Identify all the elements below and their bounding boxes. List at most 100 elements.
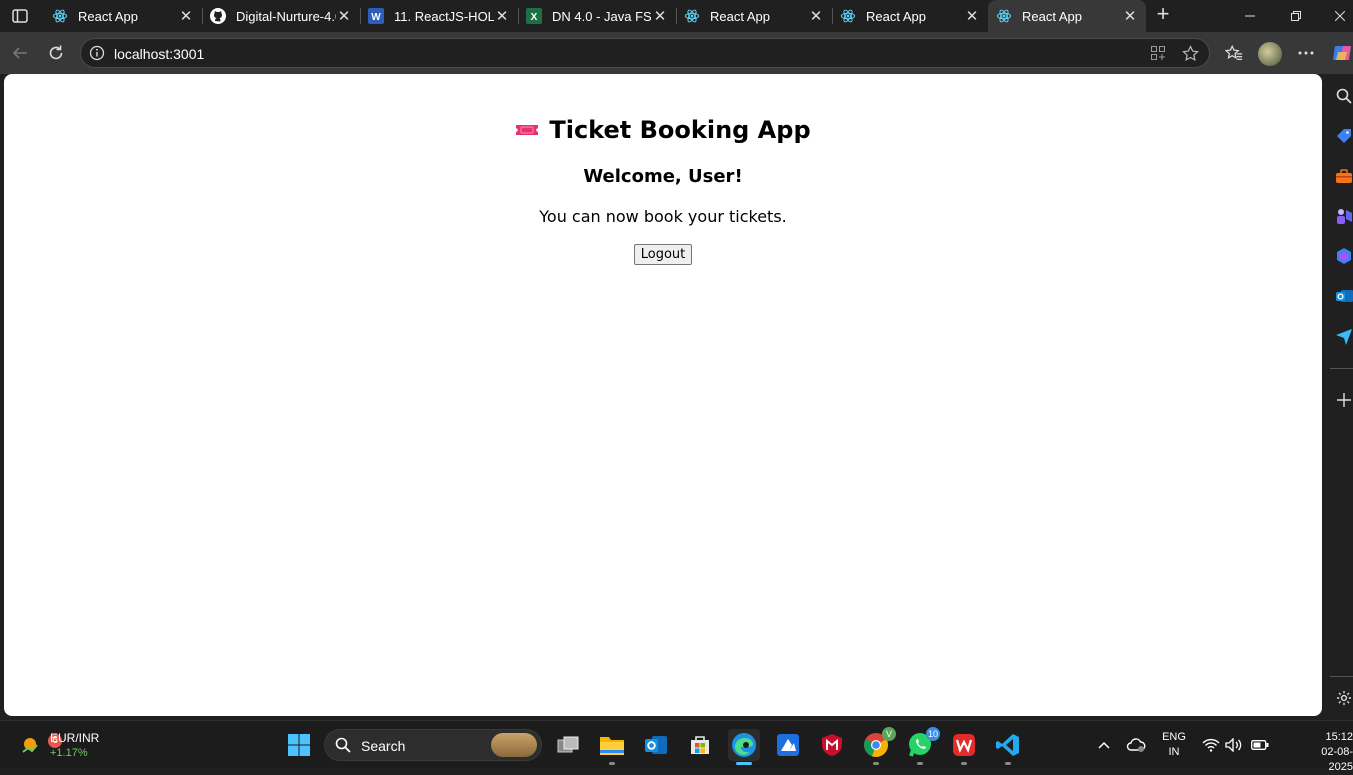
close-tab-icon[interactable]: ✕ bbox=[178, 8, 194, 25]
tab[interactable]: Digital-Nurture-4.0 ✕ bbox=[202, 0, 360, 32]
new-tab-button[interactable]: + bbox=[1152, 3, 1174, 26]
settings-more-button[interactable] bbox=[1294, 41, 1318, 65]
close-icon bbox=[1335, 11, 1345, 21]
tab[interactable]: React App ✕ bbox=[44, 0, 202, 32]
react-icon bbox=[840, 8, 856, 24]
favorite-star-icon[interactable] bbox=[1181, 44, 1199, 62]
file-explorer-icon bbox=[600, 737, 624, 755]
minimize-icon bbox=[1245, 15, 1255, 17]
web-page-content: Ticket Booking App Welcome, User! You ca… bbox=[4, 74, 1322, 716]
sidebar-settings-button[interactable] bbox=[1334, 688, 1353, 708]
taskbar-vscode[interactable] bbox=[992, 729, 1024, 765]
currency-widget[interactable]: 6 EUR/INR +1.17% bbox=[16, 728, 126, 762]
close-tab-icon[interactable]: ✕ bbox=[808, 8, 824, 25]
sidebar-shopping-button[interactable] bbox=[1334, 126, 1353, 146]
wifi-tray-button[interactable] bbox=[1201, 735, 1221, 755]
gear-icon bbox=[1337, 691, 1351, 705]
profile-badge: V bbox=[882, 727, 896, 741]
page-title-text: Ticket Booking App bbox=[549, 116, 811, 144]
tab-title: Digital-Nurture-4.0 bbox=[236, 8, 336, 24]
tab-active[interactable]: React App ✕ bbox=[988, 0, 1146, 32]
app-available-icon[interactable] bbox=[1149, 44, 1167, 62]
tab[interactable]: X DN 4.0 - Java FSE ✕ bbox=[518, 0, 676, 32]
battery-icon bbox=[1251, 740, 1269, 750]
taskbar-chrome[interactable]: V bbox=[860, 727, 896, 765]
search-highlight-image bbox=[491, 733, 537, 757]
currency-trend-icon bbox=[22, 738, 38, 753]
battery-tray-button[interactable] bbox=[1250, 735, 1270, 755]
tab-actions-button[interactable] bbox=[8, 6, 32, 26]
refresh-icon bbox=[49, 45, 63, 60]
shopping-tag-icon bbox=[1337, 129, 1351, 143]
clock[interactable]: 15:12 02-08-2025 bbox=[1298, 730, 1353, 775]
onedrive-tray-button[interactable] bbox=[1126, 735, 1146, 755]
logout-button[interactable]: Logout bbox=[633, 244, 693, 265]
taskbar-task-view[interactable] bbox=[552, 729, 584, 761]
speaker-icon bbox=[1225, 738, 1242, 752]
tab-title: React App bbox=[1022, 8, 1082, 24]
cloud-icon bbox=[1126, 738, 1146, 752]
react-icon bbox=[52, 8, 68, 24]
language-indicator[interactable]: ENG IN bbox=[1158, 730, 1190, 760]
running-indicator bbox=[736, 762, 752, 765]
taskbar-wps[interactable] bbox=[948, 729, 980, 765]
tab[interactable]: React App ✕ bbox=[832, 0, 988, 32]
taskbar-file-explorer[interactable] bbox=[596, 729, 628, 765]
taskbar-edge[interactable] bbox=[728, 729, 760, 765]
close-window-button[interactable] bbox=[1330, 6, 1350, 26]
currency-pair: EUR/INR bbox=[50, 731, 100, 745]
sidebar-add-button[interactable] bbox=[1334, 390, 1353, 410]
show-hidden-icons-button[interactable] bbox=[1094, 735, 1114, 755]
taskbar-store[interactable] bbox=[684, 729, 716, 761]
site-info-icon[interactable] bbox=[89, 45, 105, 61]
back-button[interactable] bbox=[8, 41, 32, 65]
profile-avatar[interactable] bbox=[1258, 42, 1282, 66]
app-icon bbox=[777, 734, 799, 756]
close-tab-icon[interactable]: ✕ bbox=[336, 8, 352, 25]
sidebar-outlook-button[interactable] bbox=[1334, 286, 1353, 306]
start-button[interactable] bbox=[283, 729, 315, 761]
search-label: Search bbox=[361, 738, 406, 754]
sidebar-copilot-button[interactable] bbox=[1334, 246, 1353, 266]
url-text: localhost:3001 bbox=[114, 46, 205, 62]
close-tab-icon[interactable]: ✕ bbox=[652, 8, 668, 25]
volume-tray-button[interactable] bbox=[1224, 735, 1244, 755]
outlook-icon bbox=[645, 736, 667, 754]
favorites-button[interactable] bbox=[1222, 41, 1246, 65]
sidebar-drop-button[interactable] bbox=[1334, 326, 1353, 346]
sidebar-tools-button[interactable] bbox=[1334, 166, 1353, 186]
word-icon: W bbox=[368, 8, 384, 24]
close-tab-icon[interactable]: ✕ bbox=[494, 8, 510, 25]
react-icon bbox=[684, 8, 700, 24]
running-indicator bbox=[961, 762, 967, 765]
task-view-icon bbox=[557, 736, 579, 753]
tab-title: React App bbox=[710, 8, 770, 24]
windows-taskbar: 6 EUR/INR +1.17% Search V 10 ENG IN 15:1… bbox=[0, 720, 1353, 773]
taskbar-search[interactable]: Search bbox=[324, 729, 542, 761]
taskbar-whatsapp[interactable]: 10 bbox=[904, 727, 940, 765]
edge-sidebar bbox=[1328, 74, 1353, 716]
region-code: IN bbox=[1168, 746, 1180, 758]
welcome-heading: Welcome, User! bbox=[583, 166, 743, 187]
close-tab-icon[interactable]: ✕ bbox=[964, 8, 980, 25]
address-bar[interactable]: localhost:3001 bbox=[80, 38, 1210, 68]
taskbar-app[interactable] bbox=[772, 729, 804, 761]
tab[interactable]: React App ✕ bbox=[676, 0, 832, 32]
svg-text:W: W bbox=[371, 12, 381, 23]
restore-icon bbox=[1291, 11, 1301, 21]
browser-toolbar: localhost:3001 bbox=[0, 32, 1353, 74]
minimize-button[interactable] bbox=[1240, 6, 1260, 26]
close-tab-icon[interactable]: ✕ bbox=[1122, 8, 1138, 25]
tab[interactable]: W 11. ReactJS-HOL.docx ✕ bbox=[360, 0, 518, 32]
taskbar-mcafee[interactable] bbox=[816, 729, 848, 761]
sidebar-games-button[interactable] bbox=[1334, 206, 1353, 226]
copilot-icon bbox=[1333, 46, 1351, 60]
start-icon bbox=[288, 734, 310, 756]
running-indicator bbox=[917, 762, 923, 765]
sidebar-search-button[interactable] bbox=[1334, 86, 1353, 106]
taskbar-outlook[interactable] bbox=[640, 729, 672, 761]
copilot-button[interactable] bbox=[1330, 41, 1353, 65]
refresh-button[interactable] bbox=[44, 41, 68, 65]
restore-button[interactable] bbox=[1286, 6, 1306, 26]
tab-title: React App bbox=[866, 8, 926, 24]
